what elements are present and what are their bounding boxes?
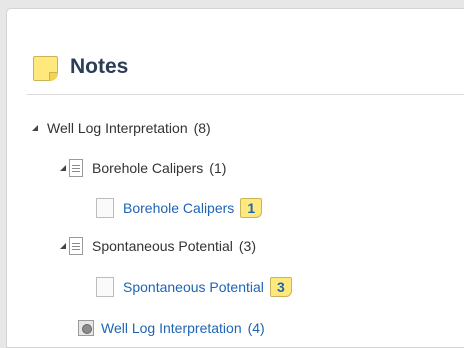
doc-link[interactable]: Well Log Interpretation bbox=[101, 320, 242, 336]
panel-title: Notes bbox=[70, 55, 129, 78]
tree-node-count: (3) bbox=[238, 238, 257, 254]
page-icon bbox=[96, 198, 114, 218]
tree-node-label: Borehole Calipers bbox=[92, 160, 204, 176]
expand-triangle-icon[interactable] bbox=[60, 165, 66, 171]
notes-panel: Notes bbox=[6, 8, 464, 348]
tree-node-spontaneous-potential-group[interactable]: Spontaneous Potential (3) bbox=[60, 236, 256, 256]
tree-node-borehole-calipers-group[interactable]: Borehole Calipers (1) bbox=[60, 158, 226, 178]
tree-node-count: (8) bbox=[193, 120, 211, 136]
note-count-badge[interactable]: 3 bbox=[269, 277, 292, 297]
doc-count: (4) bbox=[247, 320, 265, 336]
notebook-icon bbox=[69, 159, 83, 177]
note-link[interactable]: Borehole Calipers bbox=[123, 200, 234, 216]
tree-node-well-log-interpretation-doc[interactable]: Well Log Interpretation (4) bbox=[78, 318, 265, 338]
tree-node-spontaneous-potential-note[interactable]: Spontaneous Potential 3 bbox=[96, 277, 292, 297]
tree-node-root[interactable]: Well Log Interpretation (8) bbox=[32, 118, 211, 138]
panel-header: Notes bbox=[27, 45, 464, 95]
expand-triangle-icon[interactable] bbox=[60, 243, 66, 249]
note-link[interactable]: Spontaneous Potential bbox=[123, 279, 264, 295]
tree-node-label: Spontaneous Potential bbox=[92, 238, 233, 254]
sticky-note-icon bbox=[33, 56, 58, 81]
tree-node-count: (1) bbox=[209, 160, 227, 176]
note-count-badge[interactable]: 1 bbox=[240, 198, 263, 218]
gear-document-icon bbox=[78, 320, 94, 336]
notebook-icon bbox=[69, 237, 83, 255]
expand-triangle-icon[interactable] bbox=[32, 125, 38, 131]
tree-node-label: Well Log Interpretation bbox=[47, 120, 188, 136]
tree-node-borehole-calipers-note[interactable]: Borehole Calipers 1 bbox=[96, 198, 263, 218]
page-icon bbox=[96, 277, 114, 297]
